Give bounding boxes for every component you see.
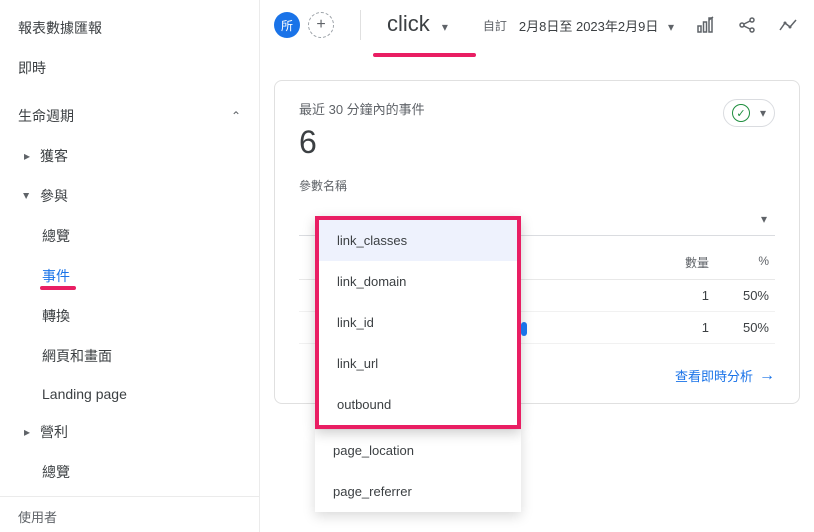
chevron-down-icon: ▾ bbox=[442, 20, 448, 34]
caret-down-icon: ▸ bbox=[20, 193, 34, 199]
metric-label: 最近 30 分鐘內的事件 bbox=[299, 99, 425, 118]
sidebar-item-report[interactable]: 報表數據匯報 bbox=[0, 8, 259, 48]
sidebar-item-monetization[interactable]: ▸ 營利 bbox=[0, 412, 259, 452]
metric-value: 6 bbox=[299, 124, 425, 161]
dropdown-item-link-domain[interactable]: link_domain bbox=[319, 261, 517, 302]
dropdown-item-link-id[interactable]: link_id bbox=[319, 302, 517, 343]
caret-right-icon: ▸ bbox=[24, 149, 30, 163]
scrollbar-thumb[interactable] bbox=[521, 322, 527, 336]
status-dropdown[interactable]: ✓ ▾ bbox=[723, 99, 775, 127]
chevron-down-icon: ▾ bbox=[761, 212, 767, 226]
dropdown-item-page-referrer[interactable]: page_referrer bbox=[315, 471, 521, 512]
cell-pct: 50% bbox=[709, 288, 769, 303]
sidebar-sub-landing[interactable]: Landing page bbox=[0, 376, 259, 412]
dropdown-item-outbound[interactable]: outbound bbox=[319, 384, 517, 425]
check-icon: ✓ bbox=[732, 104, 750, 122]
sidebar-item-realtime[interactable]: 即時 bbox=[0, 48, 259, 88]
lifecycle-label: 生命週期 bbox=[18, 106, 74, 126]
customize-report-icon[interactable] bbox=[694, 14, 716, 36]
user-section-label: 使用者 bbox=[0, 496, 259, 532]
chevron-down-icon: ▾ bbox=[668, 20, 674, 34]
cell-qty: 1 bbox=[629, 288, 709, 303]
insights-icon[interactable] bbox=[778, 14, 800, 36]
sidebar-sub-pages[interactable]: 網頁和畫面 bbox=[0, 336, 259, 376]
add-comparison-button[interactable]: + bbox=[308, 12, 334, 38]
sidebar-sub-conversions[interactable]: 轉換 bbox=[0, 296, 259, 336]
sidebar-item-engagement[interactable]: ▸ 參與 bbox=[0, 176, 259, 216]
cell-pct: 50% bbox=[709, 320, 769, 335]
sidebar-sub-events[interactable]: 事件 bbox=[0, 256, 259, 296]
arrow-right-icon: → bbox=[759, 367, 775, 385]
param-label: 參數名稱 bbox=[299, 177, 775, 194]
dropdown-item-link-classes[interactable]: link_classes bbox=[319, 220, 517, 261]
param-dropdown-overflow: page_location page_referrer bbox=[315, 430, 521, 512]
cell-qty: 1 bbox=[629, 320, 709, 335]
dropdown-item-page-location[interactable]: page_location bbox=[315, 430, 521, 471]
chevron-up-icon: ⌃ bbox=[231, 109, 241, 123]
sidebar-item-acquisition[interactable]: ▸ 獲客 bbox=[0, 136, 259, 176]
sidebar: 報表數據匯報 即時 生命週期 ⌃ ▸獲客 ▸參與 總覽 事件 轉換 網頁和畫面 … bbox=[0, 0, 260, 532]
date-range-text: 2月8日至 2023年2月9日 bbox=[519, 19, 658, 34]
event-name-text: click bbox=[387, 11, 430, 36]
realtime-link-text: 查看即時分析 bbox=[675, 366, 753, 385]
share-icon[interactable] bbox=[736, 14, 758, 36]
comparison-tag[interactable]: 所 bbox=[274, 12, 300, 38]
sidebar-sub-overview2[interactable]: 總覽 bbox=[0, 452, 259, 492]
caret-right-icon: ▸ bbox=[24, 425, 30, 439]
acquisition-label: 獲客 bbox=[40, 146, 68, 166]
col-qty-label: 數量 bbox=[629, 254, 709, 271]
date-range-label: 自訂 bbox=[483, 17, 507, 34]
param-dropdown: link_classes link_domain link_id link_ur… bbox=[315, 216, 521, 429]
dropdown-item-link-url[interactable]: link_url bbox=[319, 343, 517, 384]
engagement-label: 參與 bbox=[40, 186, 68, 206]
sidebar-section-lifecycle[interactable]: 生命週期 ⌃ bbox=[0, 96, 259, 136]
event-title[interactable]: click ▾ bbox=[387, 11, 448, 39]
monetization-label: 營利 bbox=[40, 422, 68, 442]
col-pct-label: % bbox=[709, 254, 769, 271]
chevron-down-icon: ▾ bbox=[760, 106, 766, 120]
topbar: 所 + click ▾ 自訂 2月8日至 2023年2月9日 ▾ bbox=[260, 0, 814, 50]
date-range-picker[interactable]: 2月8日至 2023年2月9日 ▾ bbox=[519, 16, 674, 35]
sidebar-sub-overview[interactable]: 總覽 bbox=[0, 216, 259, 256]
divider bbox=[360, 10, 361, 40]
